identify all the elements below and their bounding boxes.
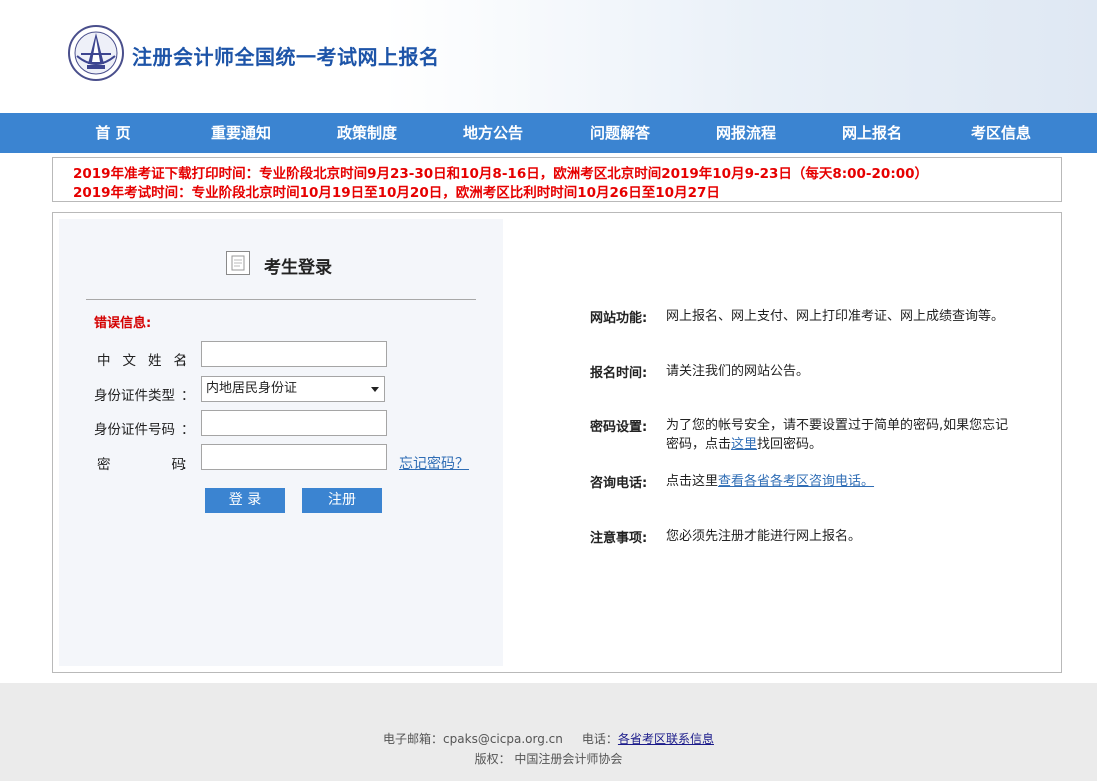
- login-panel: 考生登录 错误信息: 中 文 姓 名 ： 身份证件类型 ： 内地居民身份证 身份…: [59, 219, 503, 666]
- nav-item-local-announcements[interactable]: 地方公告: [452, 113, 534, 153]
- registration-time-label: 报名时间:: [590, 366, 648, 381]
- colon: ：: [181, 457, 195, 473]
- nav-item-policies[interactable]: 政策制度: [326, 113, 408, 153]
- chinese-name-label: 中 文 姓 名: [97, 353, 187, 369]
- main-nav: 首 页 重要通知 政策制度 地方公告 问题解答 网报流程 网上报名 考区信息: [0, 113, 1097, 153]
- cicpa-emblem-icon: [68, 25, 124, 81]
- consult-phone-text: 点击这里查看各省各考区咨询电话。: [666, 474, 875, 489]
- registration-time-text: 请关注我们的网站公告。: [666, 364, 810, 379]
- nav-item-online-registration[interactable]: 网上报名: [831, 113, 913, 153]
- notice-box: 2019年准考证下载打印时间：专业阶段北京时间9月23-30日和10月8-16日…: [52, 157, 1062, 202]
- header: 注册会计师全国统一考试网上报名: [0, 0, 1097, 113]
- colon: ：: [181, 388, 195, 404]
- colon: ：: [181, 353, 195, 369]
- id-number-label: 身份证件号码: [94, 422, 175, 438]
- nav-item-registration-process[interactable]: 网报流程: [705, 113, 787, 153]
- colon: ：: [181, 422, 195, 438]
- footer-copyright: 版权： 中国注册会计师协会: [474, 752, 623, 766]
- document-icon: [226, 251, 250, 275]
- password-input[interactable]: [201, 444, 387, 470]
- footer-email: cpaks@cicpa.org.cn: [443, 732, 563, 746]
- chinese-name-input[interactable]: [201, 341, 387, 367]
- retrieve-password-link[interactable]: 这里: [731, 437, 757, 452]
- password-setting-label: 密码设置:: [590, 420, 648, 435]
- notice-admission-ticket: 2019年准考证下载打印时间：专业阶段北京时间9月23-30日和10月8-16日…: [73, 166, 929, 182]
- id-type-selected-value: 内地居民身份证: [206, 381, 298, 396]
- notes-label: 注意事项:: [590, 531, 648, 546]
- main-content: 考生登录 错误信息: 中 文 姓 名 ： 身份证件类型 ： 内地居民身份证 身份…: [52, 212, 1062, 673]
- register-button[interactable]: 注册: [302, 488, 382, 513]
- footer: 电子邮箱：cpaks@cicpa.org.cn 电话：各省考区联系信息 版权： …: [0, 683, 1097, 781]
- notice-exam-time: 2019年考试时间：专业阶段北京时间10月19日至10月20日，欧洲考区比利时时…: [73, 185, 720, 201]
- footer-contact: 电子邮箱：cpaks@cicpa.org.cn 电话：各省考区联系信息: [383, 732, 714, 746]
- nav-item-home[interactable]: 首 页: [78, 113, 148, 153]
- nav-item-faq[interactable]: 问题解答: [579, 113, 661, 153]
- password-label: 密 码: [97, 457, 185, 473]
- forgot-password-link[interactable]: 忘记密码？: [399, 453, 469, 473]
- error-info-label: 错误信息:: [94, 316, 152, 331]
- website-function-text: 网上报名、网上支付、网上打印准考证、网上成绩查询等。: [666, 309, 1005, 324]
- consult-phone-label: 咨询电话:: [590, 476, 648, 491]
- nav-item-important-notices[interactable]: 重要通知: [200, 113, 282, 153]
- id-type-select[interactable]: 内地居民身份证: [201, 376, 385, 402]
- password-setting-text: 为了您的帐号安全，请不要设置过于简单的密码,如果您忘记密码，点击这里找回密码。: [666, 418, 1009, 452]
- site-title: 注册会计师全国统一考试网上报名: [132, 45, 440, 69]
- nav-item-exam-area-info[interactable]: 考区信息: [960, 113, 1042, 153]
- website-function-label: 网站功能:: [590, 311, 648, 326]
- view-consult-phones-link[interactable]: 查看各省各考区咨询电话。: [718, 474, 874, 489]
- login-divider: [86, 299, 476, 300]
- chevron-down-icon: [371, 387, 379, 392]
- notes-text: 您必须先注册才能进行网上报名。: [666, 529, 862, 544]
- login-title: 考生登录: [264, 258, 332, 278]
- id-type-label: 身份证件类型: [94, 388, 175, 404]
- id-number-input[interactable]: [201, 410, 387, 436]
- login-button[interactable]: 登 录: [205, 488, 285, 513]
- footer-contact-info-link[interactable]: 各省考区联系信息: [618, 732, 714, 746]
